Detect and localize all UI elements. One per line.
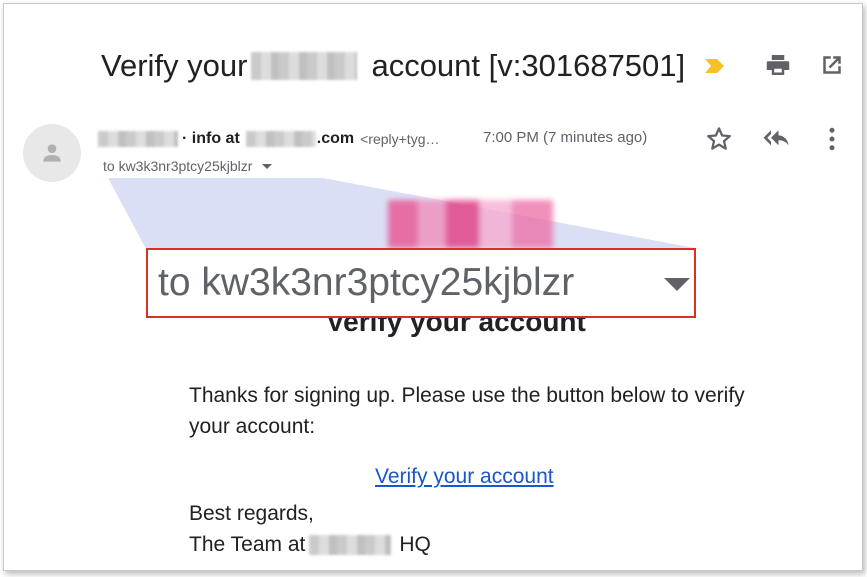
email-signoff: Best regards, The Team at HQ (189, 498, 431, 560)
open-in-new-window-icon[interactable] (817, 50, 847, 80)
print-icon[interactable] (763, 50, 793, 80)
verify-account-link[interactable]: Verify your account (375, 465, 554, 489)
important-marker-icon[interactable] (703, 56, 727, 76)
recipient-text: to kw3k3nr3ptcy25kjblzr (103, 158, 253, 174)
star-icon[interactable] (704, 124, 734, 154)
zoomed-recipient-text: to kw3k3nr3ptcy25kjblzr (158, 261, 575, 304)
team-prefix: The Team at (189, 533, 306, 556)
chevron-down-icon (262, 163, 273, 169)
redacted-team-name (309, 534, 392, 555)
email-timestamp: 7:00 PM (7 minutes ago) (483, 129, 648, 146)
reply-to-address: <reply+tyg… (360, 131, 440, 147)
sender-avatar[interactable] (23, 124, 81, 182)
subject-prefix: Verify your (101, 48, 248, 83)
subject-suffix: account [v:301687501] (371, 48, 686, 83)
signoff-line: Best regards, (189, 502, 314, 525)
reply-all-icon[interactable] (761, 124, 791, 154)
redacted-sender-domain (245, 131, 316, 147)
sender-name-text: · info at (182, 130, 240, 147)
redacted-logo (388, 200, 553, 248)
email-subject: Verify your account [v:301687501] (101, 42, 685, 90)
sender-line: · info at .com <reply+tyg… (98, 126, 439, 152)
sender-domain-suffix: .com (316, 130, 355, 147)
recipient-zoom-callout: to kw3k3nr3ptcy25kjblzr (146, 248, 696, 318)
team-line: The Team at HQ (189, 529, 431, 560)
redacted-sender-name (98, 131, 178, 147)
team-suffix: HQ (399, 533, 431, 556)
more-vert-icon[interactable] (817, 124, 847, 154)
email-body-paragraph: Thanks for signing up. Please use the bu… (189, 384, 745, 438)
chevron-down-icon (664, 278, 690, 291)
redacted-brand-name (251, 52, 358, 80)
recipient-details-toggle[interactable]: to kw3k3nr3ptcy25kjblzr (103, 158, 273, 174)
person-icon (43, 144, 61, 162)
